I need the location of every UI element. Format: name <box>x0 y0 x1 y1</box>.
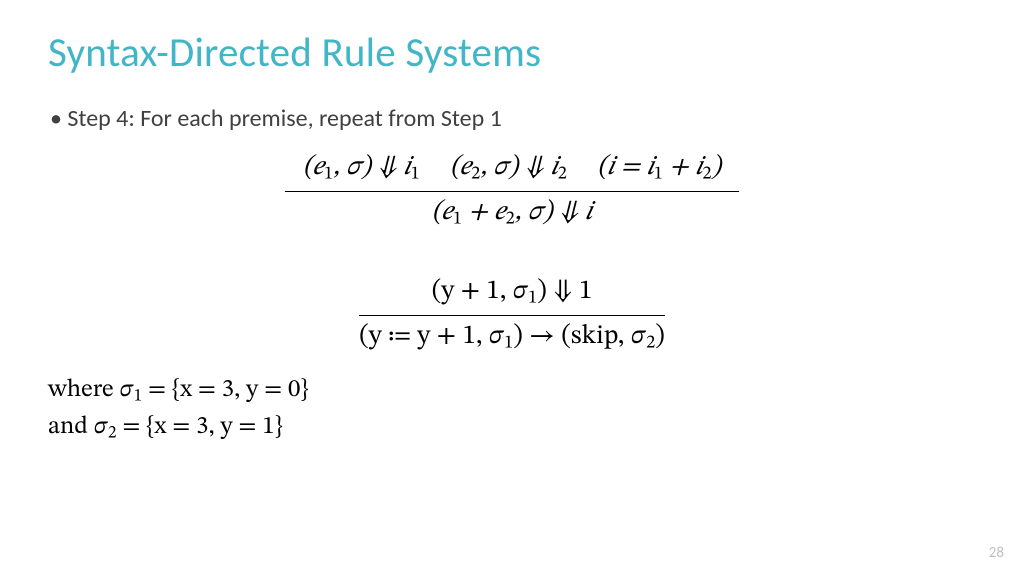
page-number: 28 <box>989 544 1004 562</box>
state-definitions: where 𝜎1 = {x = 3, y = 0} and 𝜎2 = {x = … <box>48 373 976 445</box>
rule1-conclusion: (𝑒1 + 𝑒2, 𝜎) ⇓ 𝑖 <box>285 192 739 232</box>
inference-rule-addition: (𝑒1, 𝜎) ⇓ 𝑖1 (𝑒2, 𝜎) ⇓ 𝑖2 (𝑖 = 𝑖1 + 𝑖2) … <box>48 151 976 231</box>
slide-title: Syntax-Directed Rule Systems <box>48 28 976 78</box>
sigma2-def: and 𝜎2 = {x = 3, y = 1} <box>48 410 976 446</box>
slide: Syntax-Directed Rule Systems Step 4: For… <box>0 0 1024 576</box>
inference-rule-assignment: (y + 1, 𝜎1) ⇓ 1 (y ≔ y + 1, 𝜎1) → (skip,… <box>48 275 976 355</box>
sigma1-def: where 𝜎1 = {x = 3, y = 0} <box>48 373 976 409</box>
rule2-premise: (y + 1, 𝜎1) ⇓ 1 <box>359 275 665 316</box>
rule1-premises: (𝑒1, 𝜎) ⇓ 𝑖1 (𝑒2, 𝜎) ⇓ 𝑖2 (𝑖 = 𝑖1 + 𝑖2) <box>285 151 739 192</box>
rule2-conclusion: (y ≔ y + 1, 𝜎1) → (skip, 𝜎2) <box>359 316 665 356</box>
bullet-step4: Step 4: For each premise, repeat from St… <box>50 104 976 133</box>
